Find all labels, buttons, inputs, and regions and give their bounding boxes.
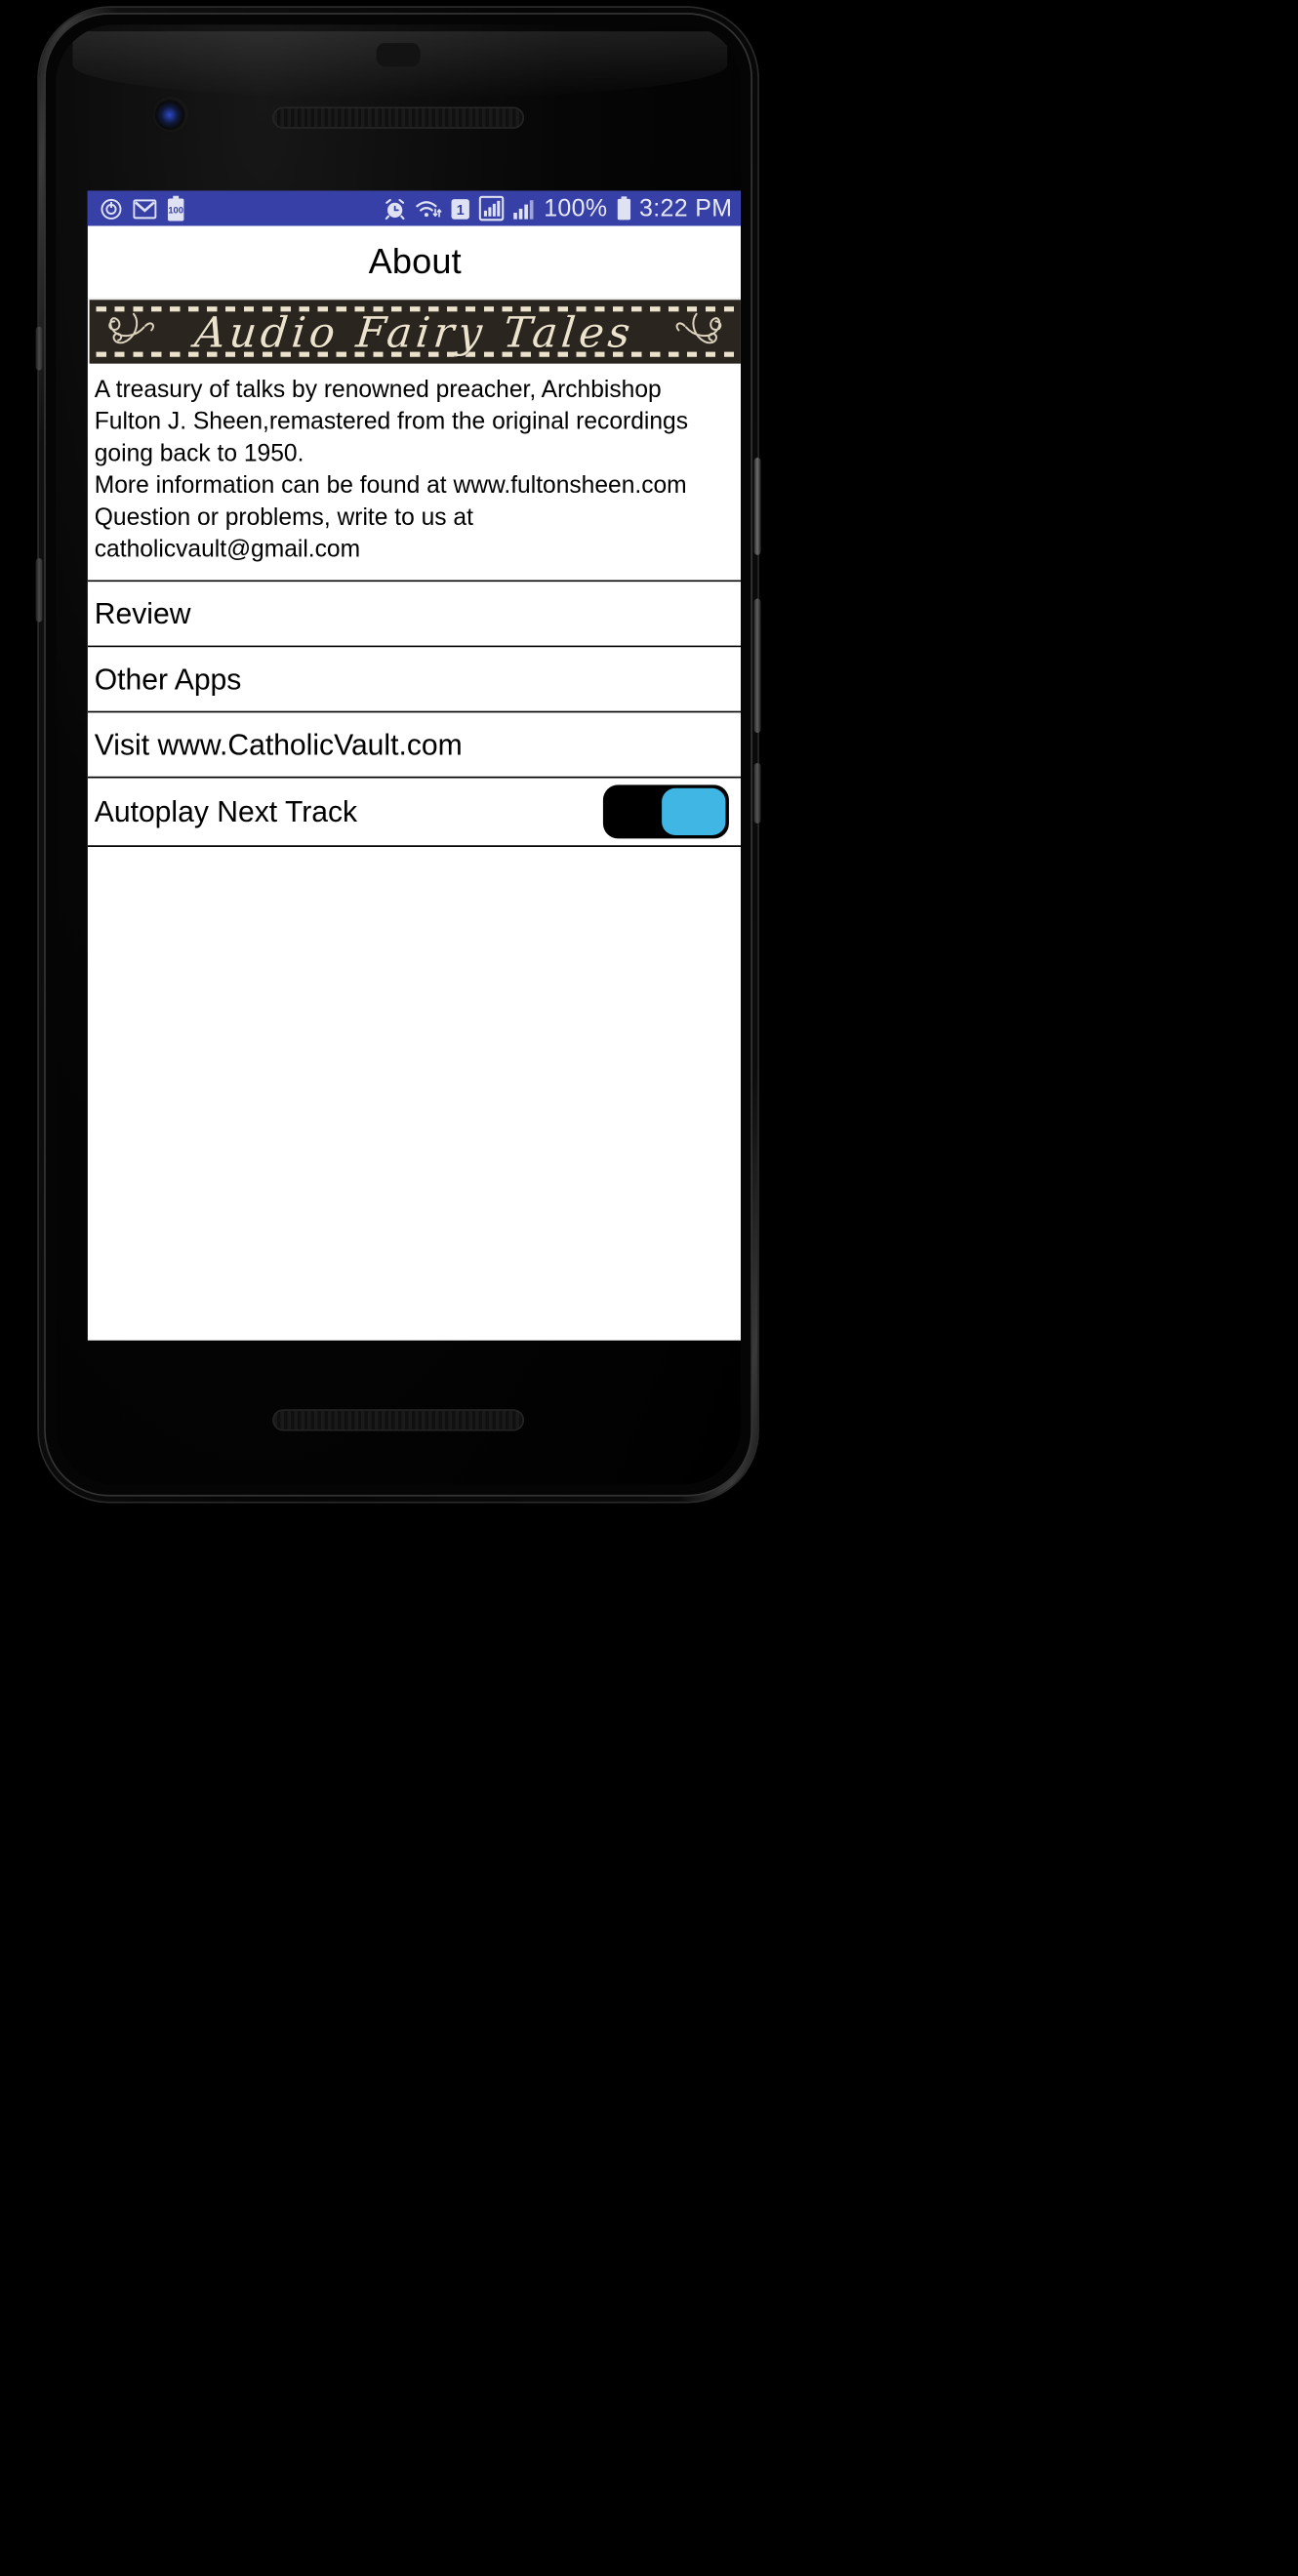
device-chassis: 100 1 100% 3:22 PM About Audio Fairy Tal…	[35, 8, 761, 1502]
app-description: A treasury of talks by renowned preacher…	[87, 364, 741, 583]
sim-1-icon: 1	[451, 198, 469, 219]
proximity-sensor-icon	[376, 43, 421, 67]
autoplay-label: Autoplay Next Track	[94, 793, 358, 828]
bottom-speaker-icon	[272, 1409, 525, 1431]
status-bar: 100 1 100% 3:22 PM	[87, 190, 741, 226]
svg-text:1: 1	[456, 202, 464, 218]
flourish-left-icon	[108, 312, 154, 344]
action-bar: About	[87, 225, 741, 301]
earpiece-speaker-icon	[272, 106, 525, 129]
page-title: About	[368, 241, 462, 281]
list-item-autoplay[interactable]: Autoplay Next Track	[87, 778, 741, 847]
about-list: A treasury of talks by renowned preacher…	[87, 363, 741, 847]
description-line: catholicvault@gmail.com	[94, 536, 361, 564]
autoplay-toggle[interactable]	[602, 785, 729, 839]
power-button[interactable]	[753, 457, 761, 555]
left-side-button-top[interactable]	[35, 326, 43, 371]
power-saver-icon	[101, 198, 122, 220]
list-item-review[interactable]: Review	[87, 582, 741, 648]
battery-percent-label: 100%	[544, 194, 608, 222]
list-item-label: Review	[94, 595, 191, 630]
status-bar-left-icons: 100	[100, 195, 185, 221]
banner-title: Audio Fairy Tales	[192, 307, 637, 356]
description-line: Fulton J. Sheen,remastered from the orig…	[94, 409, 688, 436]
list-item-label: Other Apps	[94, 661, 242, 696]
device-glass: 100 1 100% 3:22 PM About Audio Fairy Tal…	[56, 24, 741, 1485]
clock-label: 3:22 PM	[639, 194, 733, 222]
battery-full-icon	[617, 196, 630, 221]
left-side-button-bottom[interactable]	[35, 558, 43, 623]
list-item-visit-website[interactable]: Visit www.CatholicVault.com	[87, 712, 741, 779]
toggle-thumb	[662, 787, 726, 835]
front-camera-icon	[154, 98, 187, 131]
description-line: More information can be found at www.ful…	[94, 472, 687, 500]
volume-button-secondary[interactable]	[753, 763, 761, 824]
list-item-label: Visit www.CatholicVault.com	[94, 727, 463, 761]
battery-100-icon: 100	[167, 195, 184, 221]
volume-button[interactable]	[753, 598, 761, 734]
gmail-icon	[133, 198, 157, 219]
description-line: Question or problems, write to us at	[94, 504, 473, 532]
empty-content-area	[87, 847, 741, 1341]
alarm-clock-icon	[385, 198, 405, 220]
description-line: going back to 1950.	[94, 440, 304, 468]
description-line: A treasury of talks by renowned preacher…	[94, 377, 662, 404]
flourish-right-icon	[675, 312, 722, 344]
wifi-transfer-icon	[415, 200, 441, 217]
app-banner: Audio Fairy Tales	[89, 300, 741, 364]
phone-screen: 100 1 100% 3:22 PM About Audio Fairy Tal…	[87, 190, 741, 1341]
phone-device: 100 1 100% 3:22 PM About Audio Fairy Tal…	[35, 8, 1265, 2576]
status-bar-right-icons: 1 100% 3:22 PM	[383, 194, 733, 222]
svg-text:100: 100	[168, 206, 183, 216]
list-item-other-apps[interactable]: Other Apps	[87, 647, 741, 713]
signal-bars-boxed-icon	[478, 195, 504, 221]
signal-bars-icon	[512, 199, 533, 219]
device-rim: 100 1 100% 3:22 PM About Audio Fairy Tal…	[44, 13, 753, 1497]
